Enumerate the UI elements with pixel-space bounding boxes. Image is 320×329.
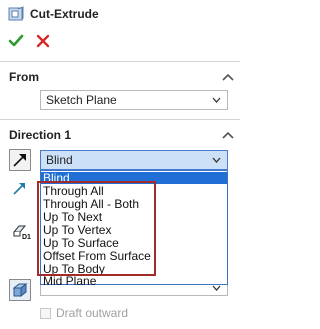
chevron-up-icon[interactable] bbox=[222, 73, 234, 81]
from-start-value: Sketch Plane bbox=[46, 93, 117, 107]
dropdown-option[interactable]: Blind bbox=[41, 172, 227, 184]
dropdown-option[interactable]: Offset From Surface bbox=[41, 250, 227, 262]
ok-button[interactable] bbox=[8, 33, 24, 49]
chevron-down-icon bbox=[212, 97, 221, 103]
solid-body-icon[interactable] bbox=[9, 279, 31, 301]
divider bbox=[0, 61, 240, 62]
direction1-section-title: Direction 1 bbox=[9, 128, 72, 142]
svg-text:D1: D1 bbox=[22, 234, 31, 241]
dropdown-option[interactable]: Up To Surface bbox=[41, 237, 227, 249]
draft-outward-checkbox[interactable] bbox=[40, 308, 51, 319]
depth-icon: D1 bbox=[12, 225, 31, 241]
divider bbox=[0, 119, 240, 120]
from-section-title: From bbox=[9, 70, 39, 84]
cancel-button[interactable] bbox=[35, 33, 51, 49]
dropdown-option[interactable]: Through All - Both bbox=[41, 198, 227, 210]
end-condition-dropdown[interactable]: Blind Through All Through All - Both Up … bbox=[40, 170, 228, 287]
dropdown-option[interactable]: Mid Plane bbox=[41, 275, 227, 287]
dropdown-option[interactable]: Up To Next bbox=[41, 211, 227, 223]
dropdown-option[interactable]: Through All bbox=[41, 185, 227, 197]
direction-arrow-icon bbox=[13, 183, 25, 195]
property-manager-header: Cut-Extrude bbox=[0, 0, 240, 28]
from-start-select[interactable]: Sketch Plane bbox=[40, 90, 228, 110]
chevron-down-icon bbox=[212, 157, 221, 163]
cut-extrude-icon bbox=[8, 6, 24, 21]
end-condition-select[interactable]: Blind bbox=[40, 150, 228, 170]
reverse-direction-icon[interactable] bbox=[9, 149, 31, 171]
draft-outward-label: Draft outward bbox=[56, 306, 129, 320]
end-condition-value: Blind bbox=[46, 153, 73, 167]
dropdown-option[interactable]: Up To Vertex bbox=[41, 224, 227, 236]
chevron-up-icon[interactable] bbox=[222, 131, 234, 139]
page-title: Cut-Extrude bbox=[30, 7, 99, 21]
